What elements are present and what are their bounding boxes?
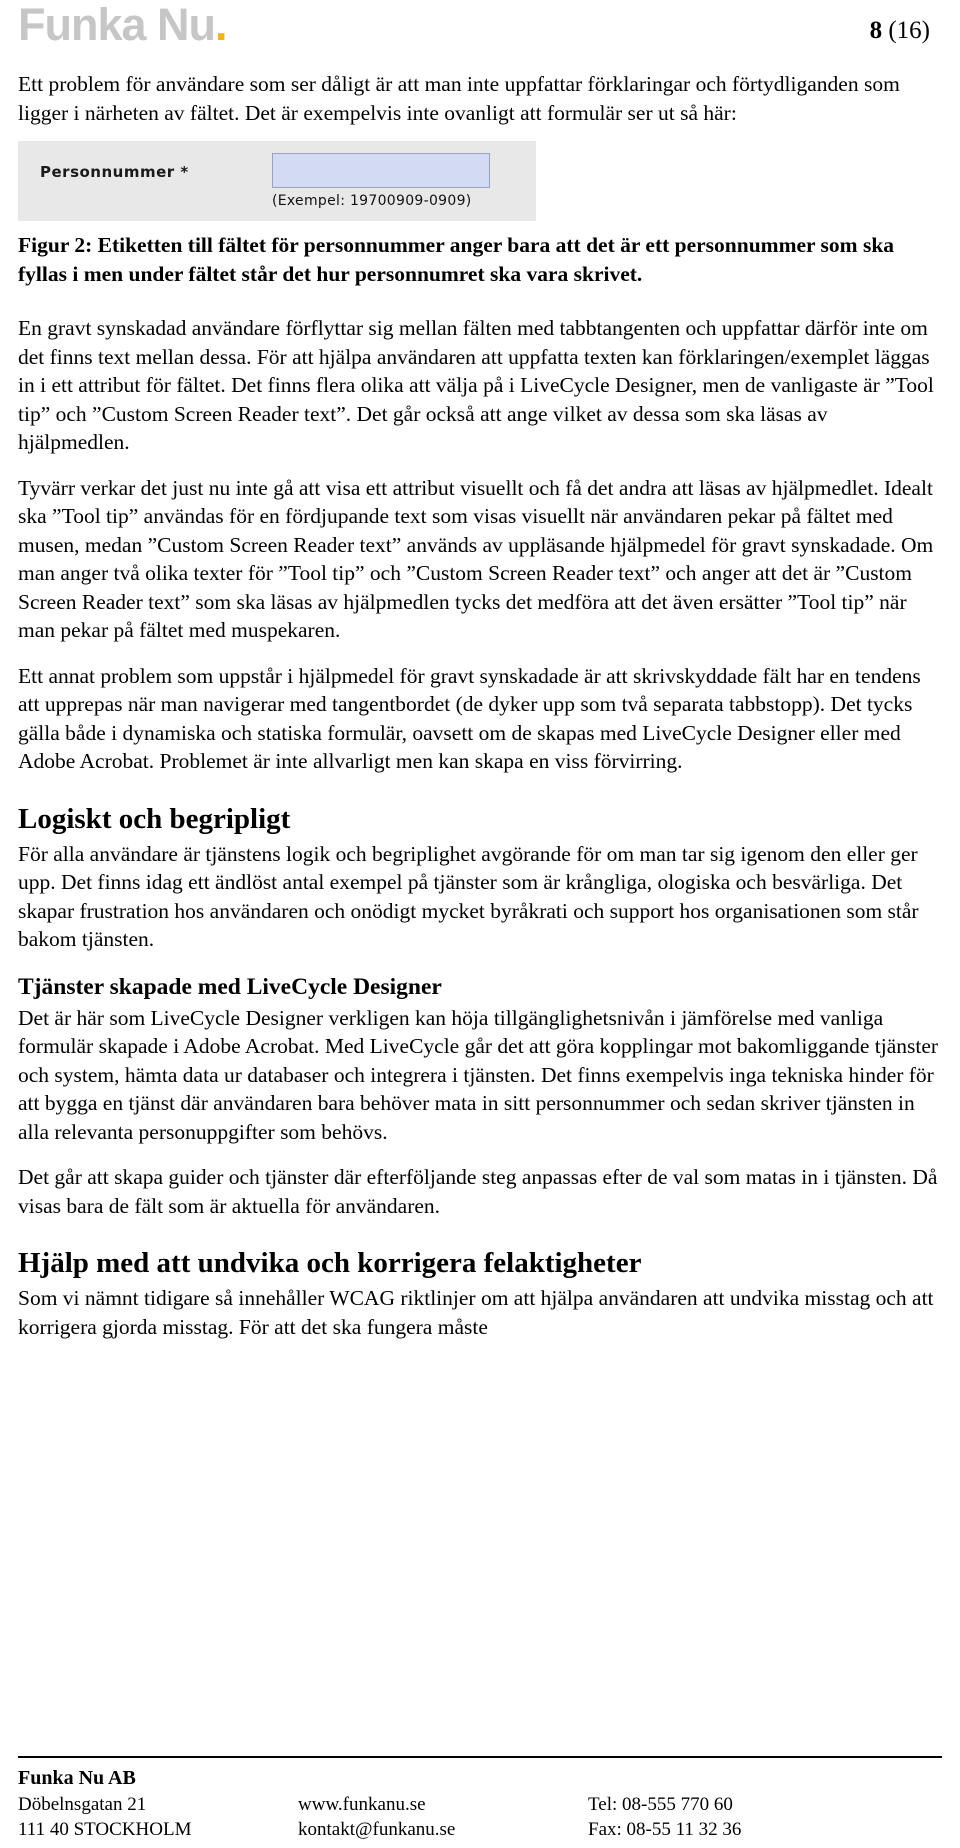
figure-2: Personnummer * (Exempel: 19700909-0909) (18, 141, 942, 221)
tjanster-paragraph-2: Det går att skapa guider och tjänster dä… (18, 1165, 938, 1218)
personnummer-input[interactable] (272, 153, 490, 188)
document-page: Funka Nu. 8 (16) Ett problem för använda… (0, 0, 960, 1848)
tjanster-paragraph-1: Det är här som LiveCycle Designer verkli… (18, 1005, 939, 1144)
footer-email-link[interactable]: kontakt@funkanu.se (298, 1817, 588, 1842)
hjalp-paragraph-1: Som vi nämnt tidigare så innehåller WCAG… (18, 1286, 934, 1339)
heading-tjanster-livecycle: Tjänster skapade med LiveCycle Designer (18, 973, 442, 1000)
footer-web-column: www.funkanu.se kontakt@funkanu.se (298, 1792, 588, 1842)
intro-paragraph: Ett problem för användare som ser dåligt… (18, 72, 900, 125)
footer-company-name: Funka Nu AB (18, 1767, 136, 1789)
heading-logiskt-och-begripligt: Logiskt och begripligt (18, 802, 291, 835)
logiskt-paragraph-1: För alla användare är tjänstens logik oc… (18, 841, 919, 952)
body-paragraph-2: Tyvärr verkar det just nu inte gå att vi… (18, 475, 934, 643)
body-paragraph-3: Ett annat problem som uppstår i hjälpmed… (18, 663, 921, 774)
body-paragraph-1: En gravt synskadad användare förflyttar … (18, 316, 934, 454)
logo-dot-icon: . (215, 0, 227, 50)
figure-2-caption: Figur 2: Etiketten till fältet för perso… (18, 233, 895, 286)
logo-wordmark: Funka Nu (18, 0, 216, 50)
personnummer-example-hint: (Exempel: 19700909-0909) (272, 193, 472, 209)
footer-fax: Fax: 08-55 11 32 36 (588, 1819, 742, 1840)
personnummer-field-label: Personnummer * (40, 163, 189, 181)
document-footer: Funka Nu AB Döbelnsgatan 21 111 40 STOCK… (18, 1756, 942, 1842)
footer-address-street: Döbelnsgatan 21 (18, 1794, 147, 1815)
footer-contact-column: Tel: 08-555 770 60 Fax: 08-55 11 32 36 (588, 1792, 942, 1842)
form-screenshot-image: Personnummer * (Exempel: 19700909-0909) (18, 141, 536, 221)
footer-address-city: 111 40 STOCKHOLM (18, 1819, 192, 1840)
footer-address-column: Döbelnsgatan 21 111 40 STOCKHOLM (18, 1792, 298, 1842)
page-number-current: 8 (869, 17, 883, 44)
page-number-total: (16) (888, 17, 930, 44)
document-header: Funka Nu. 8 (16) (18, 0, 942, 70)
footer-phone: Tel: 08-555 770 60 (588, 1794, 733, 1815)
footer-columns: Döbelnsgatan 21 111 40 STOCKHOLM www.fun… (18, 1792, 942, 1842)
funka-nu-logo: Funka Nu. (18, 0, 227, 50)
page-number: 8 (16) (870, 0, 942, 46)
footer-website-link[interactable]: www.funkanu.se (298, 1792, 588, 1817)
heading-hjalp-undvika-korrigera: Hjälp med att undvika och korrigera fela… (18, 1247, 642, 1279)
